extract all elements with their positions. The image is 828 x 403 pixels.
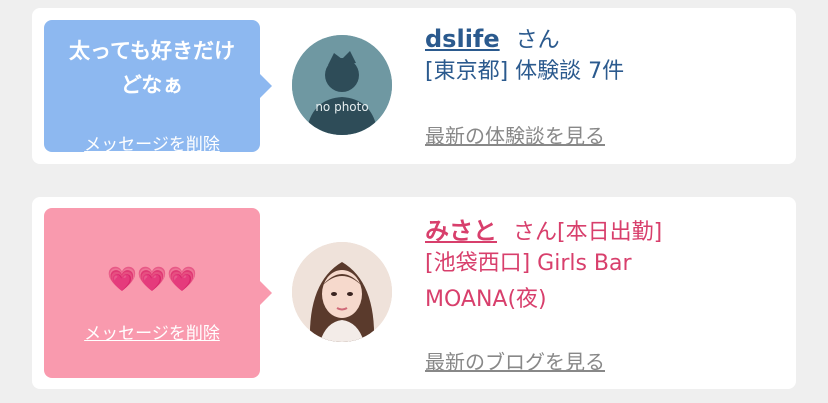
message-bubble: 太っても好きだけ どなぁ メッセージを削除 [44, 20, 272, 155]
message-text: 太っても好きだけ どなぁ [44, 34, 260, 102]
profile-detail: MOANA(夜) [425, 287, 547, 312]
message-card: 💗💗💗 メッセージを削除 みさと さん[本日出勤] [池袋西口] Girls Ba… [32, 197, 796, 389]
delete-message-link[interactable]: メッセージを削除 [44, 130, 260, 155]
user-name-link[interactable]: dslife [425, 25, 500, 53]
profile-detail: [池袋西口] Girls Bar [425, 251, 632, 276]
latest-blog-link[interactable]: 最新のブログを見る [425, 346, 605, 375]
avatar-caption: no photo [315, 100, 368, 114]
profile-info: みさと さん[本日出勤] [池袋西口] Girls Bar MOANA(夜) 最新… [425, 211, 663, 374]
honorific: さん [515, 28, 560, 53]
profile-detail: [東京都] 体験談 7件 [425, 59, 625, 84]
avatar[interactable]: no photo [292, 35, 392, 135]
message-text: 💗💗💗 [44, 262, 260, 296]
message-line: 太っても好きだけ [69, 39, 235, 63]
message-card: 太っても好きだけ どなぁ メッセージを削除 no photo dslife さん … [32, 8, 796, 164]
latest-review-link[interactable]: 最新の体験談を見る [425, 120, 605, 149]
user-name-link[interactable]: みさと [425, 217, 497, 245]
honorific: さん[本日出勤] [513, 220, 663, 245]
message-line: 💗💗💗 [107, 265, 197, 293]
delete-message-link[interactable]: メッセージを削除 [44, 319, 260, 344]
message-bubble: 💗💗💗 メッセージを削除 [44, 208, 272, 378]
avatar[interactable] [292, 242, 392, 342]
no-photo-silhouette-icon: no photo [292, 35, 392, 135]
message-line: どなぁ [120, 73, 184, 97]
profile-photo-icon [292, 242, 392, 342]
profile-info: dslife さん [東京都] 体験談 7件 最新の体験談を見る [425, 22, 625, 148]
